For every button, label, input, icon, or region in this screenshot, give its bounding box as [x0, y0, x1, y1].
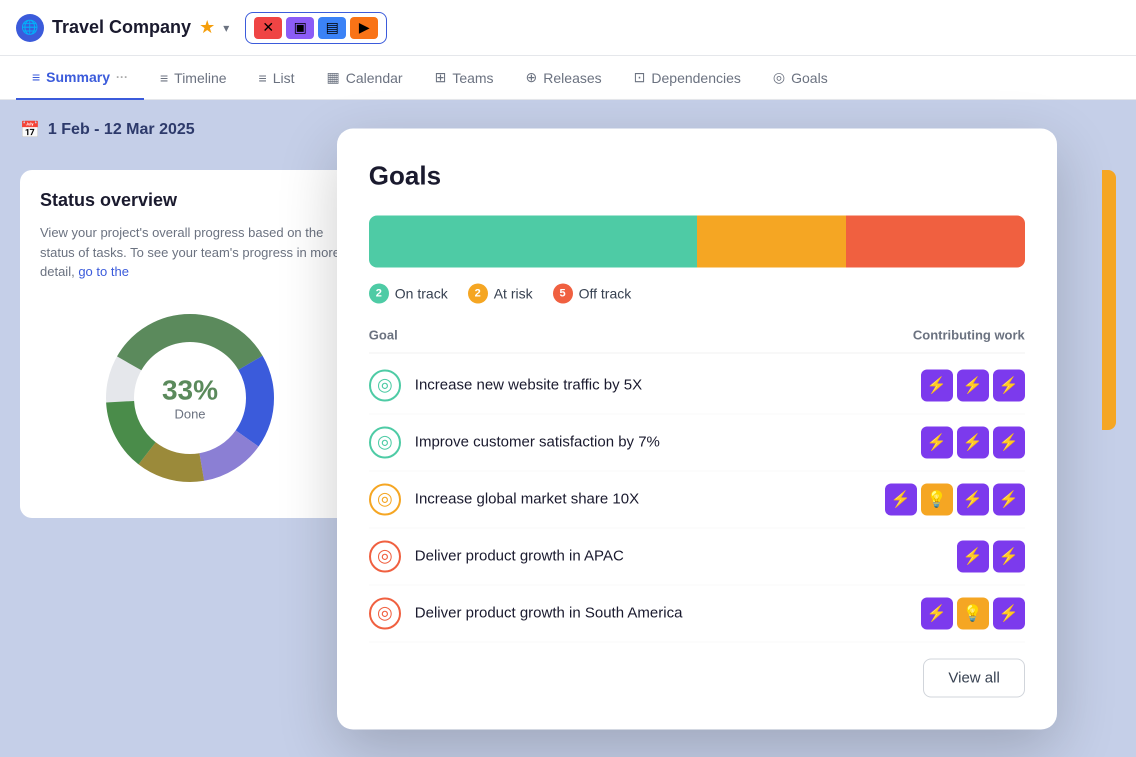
- toolbar-icon-red[interactable]: ✕: [254, 17, 282, 39]
- contrib-bolt-4a: ⚡: [957, 540, 989, 572]
- contrib-bolt-2a: ⚡: [921, 426, 953, 458]
- toolbar-icon-orange[interactable]: ▶: [350, 17, 378, 39]
- dropdown-icon[interactable]: ▾: [223, 21, 229, 35]
- tab-list[interactable]: ≡ List: [243, 56, 311, 100]
- at-risk-label: At risk: [494, 285, 533, 301]
- view-all-button[interactable]: View all: [923, 658, 1024, 697]
- status-bar-red: [846, 215, 1025, 267]
- tab-teams[interactable]: ⊞ Teams: [419, 56, 510, 100]
- goal-icon-5: ◎: [369, 597, 401, 629]
- goal-row-5[interactable]: ◎ Deliver product growth in South Americ…: [369, 585, 1025, 642]
- on-track-badge: 2: [369, 283, 389, 303]
- goal-icon-2: ◎: [369, 426, 401, 458]
- contrib-col-header: Contributing work: [913, 327, 1025, 342]
- goal-name-2: Improve customer satisfaction by 7%: [415, 434, 660, 451]
- contrib-bolt-1b: ⚡: [957, 369, 989, 401]
- off-track-badge: 5: [553, 283, 573, 303]
- donut-done-label: Done: [162, 406, 218, 421]
- goal-icon-4: ◎: [369, 540, 401, 572]
- status-desc: View your project's overall progress bas…: [40, 223, 340, 282]
- contrib-bolt-2c: ⚡: [993, 426, 1025, 458]
- contrib-bulb-3b: 💡: [921, 483, 953, 515]
- contrib-icons-1: ⚡ ⚡ ⚡: [921, 369, 1025, 401]
- contrib-icons-4: ⚡ ⚡: [957, 540, 1025, 572]
- status-count-yellow: 2 At risk: [468, 283, 533, 303]
- nav-tabs: ≡ Summary ··· ≡ Timeline ≡ List ▦ Calend…: [0, 56, 1136, 100]
- contrib-bolt-3c: ⚡: [957, 483, 989, 515]
- goal-name-3: Increase global market share 10X: [415, 491, 639, 508]
- goals-modal-title: Goals: [369, 160, 1025, 191]
- goal-row-3[interactable]: ◎ Increase global market share 10X ⚡ 💡 ⚡…: [369, 471, 1025, 528]
- off-track-label: Off track: [579, 285, 632, 301]
- toolbar-icons: ✕ ▣ ▤ ▶: [245, 12, 387, 44]
- goal-icon-1: ◎: [369, 369, 401, 401]
- status-overview-title: Status overview: [40, 190, 340, 211]
- contrib-bulb-5b: 💡: [957, 597, 989, 629]
- status-overview-card: Status overview View your project's over…: [20, 170, 360, 518]
- goal-row-2[interactable]: ◎ Improve customer satisfaction by 7% ⚡ …: [369, 414, 1025, 471]
- goal-name-5: Deliver product growth in South America: [415, 605, 683, 622]
- goal-icon-3: ◎: [369, 483, 401, 515]
- app-title: Travel Company: [52, 17, 191, 38]
- toolbar-icon-purple[interactable]: ▣: [286, 17, 314, 39]
- summary-icon: ≡: [32, 69, 40, 85]
- top-bar: 🌐 Travel Company ★ ▾ ✕ ▣ ▤ ▶: [0, 0, 1136, 56]
- tab-dependencies[interactable]: ⊡ Dependencies: [618, 56, 757, 100]
- goals-table-header: Goal Contributing work: [369, 327, 1025, 353]
- contrib-bolt-4b: ⚡: [993, 540, 1025, 572]
- donut-label: 33% Done: [162, 374, 218, 421]
- status-link[interactable]: go to the: [78, 264, 129, 279]
- status-count-red: 5 Off track: [553, 283, 632, 303]
- yellow-strip: [1102, 170, 1116, 430]
- donut-percent: 33%: [162, 374, 218, 406]
- tab-goals[interactable]: ◎ Goals: [757, 56, 844, 100]
- calendar-icon: 📅: [20, 120, 40, 140]
- star-icon[interactable]: ★: [199, 17, 215, 38]
- donut-container: 33% Done: [40, 298, 340, 498]
- view-all-container: View all: [369, 658, 1025, 697]
- contrib-icons-3: ⚡ 💡 ⚡ ⚡: [885, 483, 1025, 515]
- toolbar-icon-blue[interactable]: ▤: [318, 17, 346, 39]
- status-bar: [369, 215, 1025, 267]
- contrib-bolt-2b: ⚡: [957, 426, 989, 458]
- status-bar-yellow: [697, 215, 846, 267]
- on-track-label: On track: [395, 285, 448, 301]
- tab-timeline[interactable]: ≡ Timeline: [144, 56, 243, 100]
- status-count-green: 2 On track: [369, 283, 448, 303]
- contrib-bolt-5c: ⚡: [993, 597, 1025, 629]
- tab-calendar[interactable]: ▦ Calendar: [311, 56, 419, 100]
- at-risk-badge: 2: [468, 283, 488, 303]
- goal-name-4: Deliver product growth in APAC: [415, 548, 624, 565]
- goal-row-1[interactable]: ◎ Increase new website traffic by 5X ⚡ ⚡…: [369, 357, 1025, 414]
- globe-icon: 🌐: [16, 14, 44, 42]
- tab-releases[interactable]: ⊕ Releases: [510, 56, 618, 100]
- main-content: 📅 1 Feb - 12 Mar 2025 Status overview Vi…: [0, 100, 1136, 757]
- tab-summary[interactable]: ≡ Summary ···: [16, 56, 144, 100]
- goals-modal: Goals 2 On track 2 At risk: [337, 128, 1057, 729]
- contrib-icons-2: ⚡ ⚡ ⚡: [921, 426, 1025, 458]
- contrib-bolt-1c: ⚡: [993, 369, 1025, 401]
- contrib-bolt-3a: ⚡: [885, 483, 917, 515]
- contrib-bolt-3d: ⚡: [993, 483, 1025, 515]
- goals-col-header: Goal: [369, 327, 398, 342]
- donut-chart: 33% Done: [100, 308, 280, 488]
- status-counts: 2 On track 2 At risk 5 Off track: [369, 283, 1025, 303]
- contrib-bolt-5a: ⚡: [921, 597, 953, 629]
- goal-row-4[interactable]: ◎ Deliver product growth in APAC ⚡ ⚡: [369, 528, 1025, 585]
- contrib-icons-5: ⚡ 💡 ⚡: [921, 597, 1025, 629]
- goal-name-1: Increase new website traffic by 5X: [415, 377, 642, 394]
- contrib-bolt-1a: ⚡: [921, 369, 953, 401]
- status-bar-green: [369, 215, 697, 267]
